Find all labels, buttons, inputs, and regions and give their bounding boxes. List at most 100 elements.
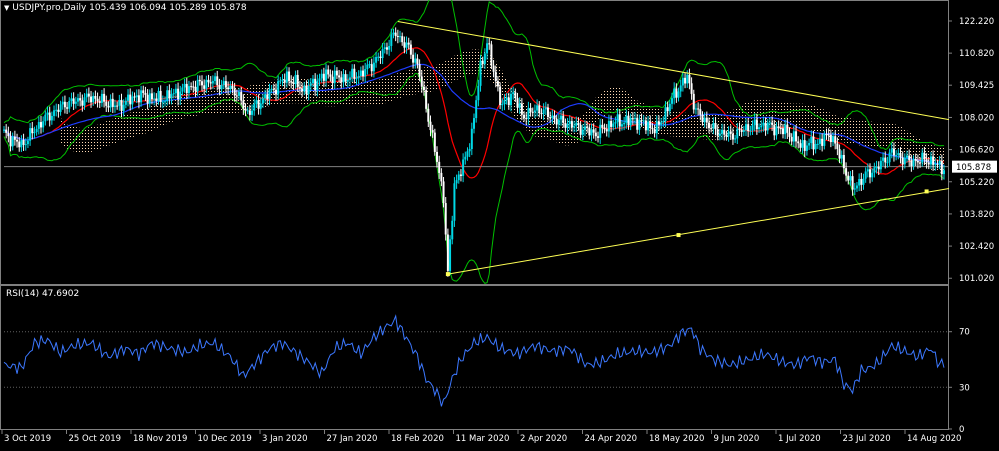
candle-body bbox=[929, 156, 932, 165]
candle-body bbox=[866, 169, 869, 172]
candle-body bbox=[919, 162, 922, 164]
candle bbox=[127, 89, 130, 107]
candle bbox=[385, 42, 388, 55]
candle-body bbox=[551, 115, 554, 118]
candle-body bbox=[92, 95, 95, 103]
time-axis-label: 18 Nov 2019 bbox=[133, 434, 187, 444]
candle bbox=[453, 177, 456, 227]
candle-body bbox=[834, 136, 837, 144]
candle bbox=[131, 91, 134, 110]
candle-body bbox=[583, 126, 586, 130]
candle bbox=[614, 116, 617, 130]
candle bbox=[198, 75, 201, 86]
candle-body bbox=[468, 149, 471, 152]
candle-body bbox=[309, 83, 312, 86]
candle-body bbox=[592, 129, 595, 133]
time-axis-label: 24 Apr 2020 bbox=[585, 434, 638, 444]
candle bbox=[85, 88, 88, 103]
candle-body bbox=[851, 176, 854, 190]
candle-body bbox=[220, 85, 223, 90]
time-axis-label: 11 Mar 2020 bbox=[456, 434, 510, 444]
candle-body bbox=[514, 92, 517, 99]
candle-body bbox=[555, 118, 558, 125]
candle bbox=[79, 92, 82, 107]
candle-body bbox=[690, 83, 693, 94]
candle-body bbox=[708, 122, 710, 129]
candle bbox=[468, 143, 471, 158]
candle-body bbox=[103, 93, 106, 102]
candle-body bbox=[836, 143, 839, 150]
candle-body bbox=[838, 149, 841, 159]
candle bbox=[788, 127, 791, 143]
candle-body bbox=[166, 90, 169, 102]
symbol-header-text: USDJPY.pro,Daily 105.439 106.094 105.289… bbox=[12, 3, 247, 13]
candle-body bbox=[557, 119, 560, 125]
candle-body bbox=[235, 95, 238, 97]
candle-body bbox=[375, 57, 378, 63]
candle-body bbox=[368, 64, 371, 66]
candle bbox=[470, 122, 473, 156]
candle bbox=[135, 89, 138, 104]
candle-body bbox=[721, 129, 724, 134]
candle-body bbox=[111, 98, 114, 107]
dropdown-triangle-icon[interactable]: ▼ bbox=[4, 4, 9, 12]
candle-body bbox=[157, 90, 160, 102]
candle bbox=[142, 85, 145, 98]
candle-body bbox=[938, 160, 941, 165]
candle bbox=[329, 69, 332, 82]
candle bbox=[103, 88, 106, 108]
candle bbox=[359, 66, 362, 81]
candle-body bbox=[660, 122, 663, 125]
rsi-line bbox=[3, 314, 945, 407]
candle-body bbox=[377, 56, 380, 58]
time-axis-label: 10 Dec 2019 bbox=[198, 434, 252, 444]
candle-body bbox=[725, 134, 728, 137]
candle-body bbox=[895, 154, 898, 156]
candle-body bbox=[37, 122, 40, 129]
candle bbox=[851, 169, 854, 196]
candle bbox=[383, 42, 386, 54]
candle-body bbox=[405, 42, 408, 48]
rsi-axis-label: 30 bbox=[959, 383, 970, 393]
candle bbox=[109, 94, 112, 113]
candle bbox=[597, 131, 600, 143]
candle-body bbox=[333, 70, 336, 84]
candle-body bbox=[366, 64, 369, 70]
candle-body bbox=[351, 68, 354, 78]
candle-body bbox=[734, 138, 737, 140]
candle bbox=[399, 30, 402, 43]
candle bbox=[490, 40, 493, 70]
candle-body bbox=[699, 109, 702, 115]
candle-body bbox=[681, 77, 684, 86]
candle-body bbox=[238, 92, 240, 96]
candle bbox=[853, 182, 856, 196]
candle bbox=[105, 95, 108, 112]
candle-body bbox=[940, 160, 943, 175]
candle bbox=[394, 27, 397, 42]
candle bbox=[882, 152, 885, 167]
candle-body bbox=[427, 108, 430, 122]
candle-body bbox=[148, 93, 151, 104]
candle-body bbox=[248, 110, 251, 115]
candle-body bbox=[862, 178, 865, 185]
candle-body bbox=[579, 125, 582, 135]
candle-body bbox=[808, 143, 811, 146]
candle bbox=[61, 96, 64, 110]
candle-body bbox=[842, 154, 845, 169]
time-axis-label: 23 Jul 2020 bbox=[843, 434, 891, 444]
candle-body bbox=[20, 139, 23, 148]
candle bbox=[190, 82, 193, 91]
candle-body bbox=[129, 94, 132, 105]
candle-body bbox=[688, 74, 691, 84]
candle-body bbox=[96, 98, 99, 102]
candle bbox=[821, 133, 824, 152]
candle bbox=[87, 87, 90, 103]
candle bbox=[327, 65, 330, 79]
candle-body bbox=[599, 124, 602, 138]
candle-body bbox=[87, 93, 90, 97]
candle bbox=[858, 173, 861, 192]
candle-body bbox=[740, 129, 743, 132]
price-axis-label: 122.220 bbox=[959, 17, 994, 27]
candle-body bbox=[686, 74, 689, 84]
candle-body bbox=[916, 160, 919, 163]
